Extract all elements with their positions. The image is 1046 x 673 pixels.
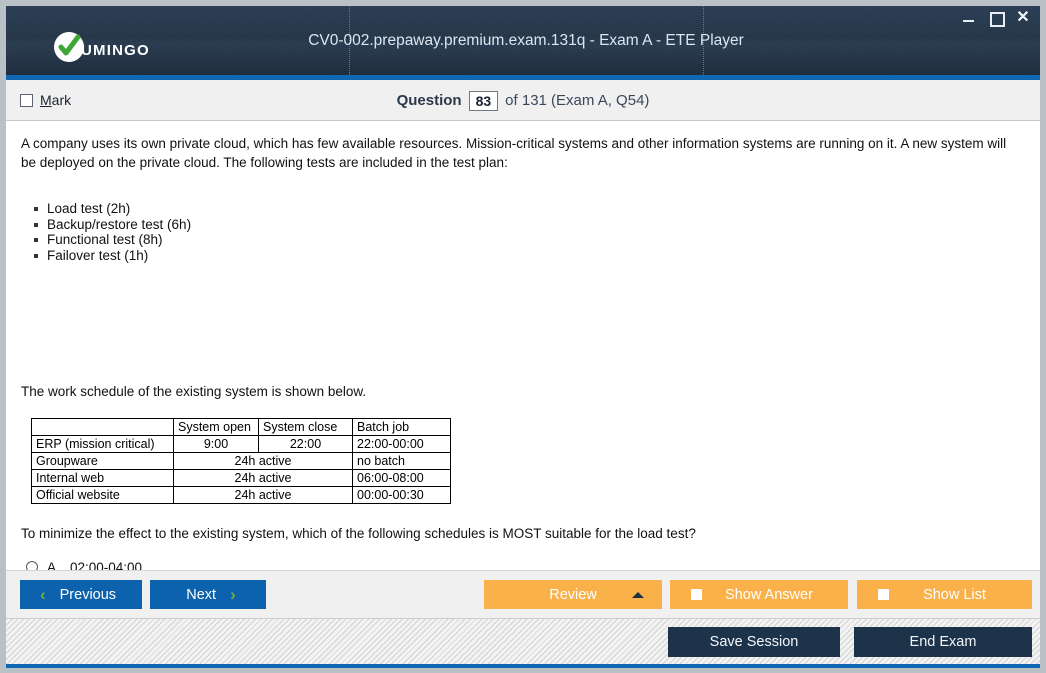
table-cell-system: Groupware: [31, 452, 174, 470]
chevron-up-icon[interactable]: [632, 592, 644, 598]
table-cell-system: Official website: [31, 486, 174, 504]
table-cell-availability: 24h active: [173, 469, 353, 487]
logo-text: UMINGO: [81, 41, 150, 59]
question-counter: Question 83 of 131 (Exam A, Q54): [6, 80, 1040, 121]
list-item: Functional test (8h): [32, 232, 191, 248]
next-button-label: Next: [186, 586, 217, 603]
test-plan-list: Load test (2h) Backup/restore test (6h) …: [32, 201, 191, 264]
table-header-cell: System open: [173, 418, 259, 436]
next-button[interactable]: Next ›: [150, 580, 266, 609]
question-number-input[interactable]: 83: [468, 90, 499, 111]
answer-options: A. 02:00-04:00 B. 09:00-12:00 C. 18:00-2…: [26, 555, 142, 570]
window-title: CV0-002.prepaway.premium.exam.131q - Exa…: [308, 31, 744, 49]
table-cell-batch: 00:00-00:30: [352, 486, 451, 504]
chevron-left-icon: ‹: [39, 585, 46, 604]
show-answer-label: Show Answer: [725, 586, 813, 603]
work-schedule-table: System open System close Batch job ERP (…: [31, 418, 451, 504]
table-header-cell: Batch job: [352, 418, 451, 436]
previous-button-label: Previous: [59, 586, 117, 603]
chevron-right-icon: ›: [230, 585, 236, 604]
close-icon[interactable]: ✕: [1016, 10, 1030, 26]
table-cell-close: 22:00: [258, 435, 353, 453]
question-total-label: of 131 (Exam A, Q54): [505, 92, 650, 109]
end-exam-label: End Exam: [909, 634, 977, 650]
list-item: Load test (2h): [32, 201, 191, 217]
table-row: Official website 24h active 00:00-00:30: [31, 486, 451, 504]
mark-checkbox[interactable]: Mark: [20, 92, 71, 108]
bottom-accent-strip: [6, 664, 1040, 668]
maximize-icon[interactable]: [989, 11, 1005, 27]
mark-label: Mark: [40, 92, 71, 108]
table-cell-system: Internal web: [31, 469, 174, 487]
show-answer-button[interactable]: Show Answer: [670, 580, 848, 609]
question-header-bar: Mark Question 83 of 131 (Exam A, Q54): [6, 80, 1040, 121]
checkbox-icon[interactable]: [20, 93, 33, 107]
save-session-button[interactable]: Save Session: [668, 627, 840, 657]
table-cell-batch: 22:00-00:00: [352, 435, 451, 453]
option-text: 02:00-04:00: [70, 559, 143, 571]
question-prompt: To minimize the effect to the existing s…: [21, 526, 696, 541]
question-content: A company uses its own private cloud, wh…: [6, 121, 1040, 570]
ete-player-window: UMINGO CV0-002.prepaway.premium.exam.131…: [0, 0, 1046, 673]
schedule-note: The work schedule of the existing system…: [21, 384, 367, 399]
minimize-icon[interactable]: [962, 11, 976, 25]
table-cell-availability: 24h active: [173, 452, 353, 470]
table-header-row: System open System close Batch job: [31, 418, 451, 436]
radio-icon[interactable]: [26, 561, 38, 570]
question-word: Question: [396, 92, 462, 109]
table-cell-system: ERP (mission critical): [31, 435, 174, 453]
table-row: Internal web 24h active 06:00-08:00: [31, 469, 451, 487]
title-bar[interactable]: UMINGO CV0-002.prepaway.premium.exam.131…: [6, 6, 1040, 75]
table-cell-batch: no batch: [352, 452, 451, 470]
table-cell-availability: 24h active: [173, 486, 353, 504]
navigation-toolbar: ‹ Previous Next › Review Show Answer Sho…: [6, 570, 1040, 618]
review-button[interactable]: Review: [484, 580, 662, 609]
table-row: Groupware 24h active no batch: [31, 452, 451, 470]
footer-bar: Save Session End Exam: [6, 618, 1040, 664]
table-header-cell: [31, 418, 174, 436]
table-row: ERP (mission critical) 9:00 22:00 22:00-…: [31, 435, 451, 453]
answer-option-a[interactable]: A. 02:00-04:00: [26, 555, 142, 570]
end-exam-button[interactable]: End Exam: [854, 627, 1032, 657]
option-letter: A.: [47, 559, 60, 571]
list-item: Backup/restore test (6h): [32, 217, 191, 233]
save-session-label: Save Session: [709, 634, 799, 650]
question-stem: A company uses its own private cloud, wh…: [21, 136, 1007, 170]
table-cell-batch: 06:00-08:00: [352, 469, 451, 487]
previous-button[interactable]: ‹ Previous: [20, 580, 142, 609]
list-item: Failover test (1h): [32, 248, 191, 264]
show-list-button[interactable]: Show List: [857, 580, 1032, 609]
table-header-cell: System close: [258, 418, 353, 436]
window-controls: ✕: [962, 10, 1030, 27]
table-cell-open: 9:00: [173, 435, 259, 453]
mark-accel: M: [40, 92, 52, 108]
mark-rest: ark: [51, 92, 72, 108]
vumingo-logo: UMINGO: [54, 32, 150, 62]
show-list-label: Show List: [923, 586, 986, 603]
checkmark-icon: [54, 32, 84, 62]
